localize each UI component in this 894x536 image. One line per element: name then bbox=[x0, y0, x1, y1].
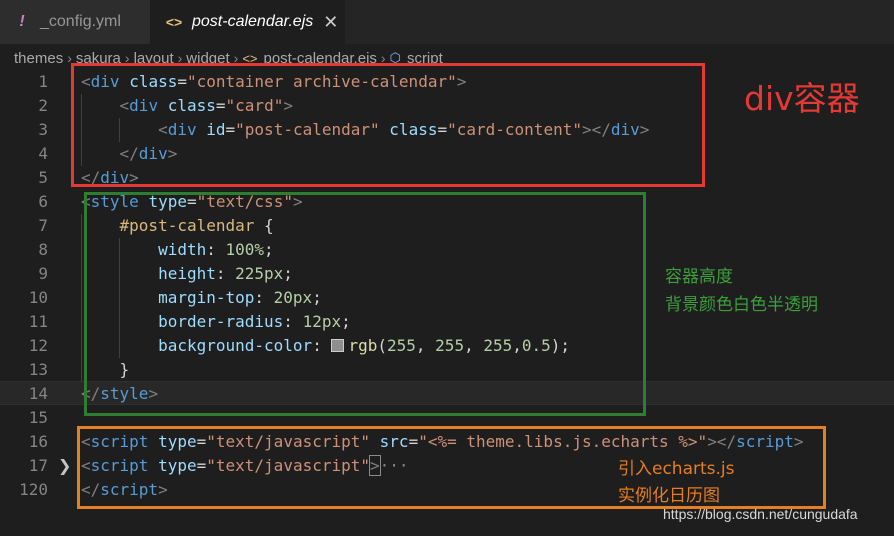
breadcrumb-item-themes[interactable]: themes bbox=[14, 50, 63, 67]
angle-brackets-icon: <> bbox=[165, 14, 183, 30]
line-number: 5 bbox=[38, 168, 48, 187]
annotation-div-container: div容器 bbox=[744, 79, 860, 118]
fold-chevron-icon[interactable]: ❯ bbox=[58, 454, 71, 478]
tab-label: post-calendar.ejs bbox=[192, 13, 314, 30]
line-number: 8 bbox=[38, 240, 48, 259]
line-number: 17 bbox=[28, 456, 48, 475]
annotation-height: 容器高度 bbox=[665, 267, 733, 287]
tab-config-yml[interactable]: ! _config.yml bbox=[0, 0, 150, 44]
line-number: 4 bbox=[38, 144, 48, 163]
annotation-background: 背景颜色白色半透明 bbox=[665, 295, 818, 315]
exclamation-icon: ! bbox=[19, 13, 25, 30]
line-number: 15 bbox=[28, 408, 48, 427]
line-number: 16 bbox=[28, 432, 48, 451]
tab-post-calendar-ejs[interactable]: <> post-calendar.ejs ✕ bbox=[150, 0, 345, 44]
tab-label: _config.yml bbox=[40, 13, 121, 30]
tab-bar: ! _config.yml <> post-calendar.ejs ✕ bbox=[0, 0, 894, 44]
line-number: 11 bbox=[28, 312, 48, 331]
line-number: 9 bbox=[38, 264, 48, 283]
line-number: 2 bbox=[38, 96, 48, 115]
annotation-box-style bbox=[84, 192, 646, 416]
line-number: 7 bbox=[38, 216, 48, 235]
line-number: 14 bbox=[28, 384, 48, 403]
line-number: 120 bbox=[19, 480, 48, 499]
line-number: 10 bbox=[28, 288, 48, 307]
annotation-box-div bbox=[71, 63, 705, 187]
line-number: 6 bbox=[38, 192, 48, 211]
watermark: https://blog.csdn.net/cungudafa bbox=[663, 506, 858, 522]
annotation-import-echarts: 引入echarts.js bbox=[618, 459, 735, 479]
annotation-init-calendar: 实例化日历图 bbox=[618, 486, 720, 506]
line-number: 13 bbox=[28, 360, 48, 379]
line-number: 1 bbox=[38, 72, 48, 91]
close-icon[interactable]: ✕ bbox=[323, 12, 338, 33]
line-number: 12 bbox=[28, 336, 48, 355]
line-number: 3 bbox=[38, 120, 48, 139]
